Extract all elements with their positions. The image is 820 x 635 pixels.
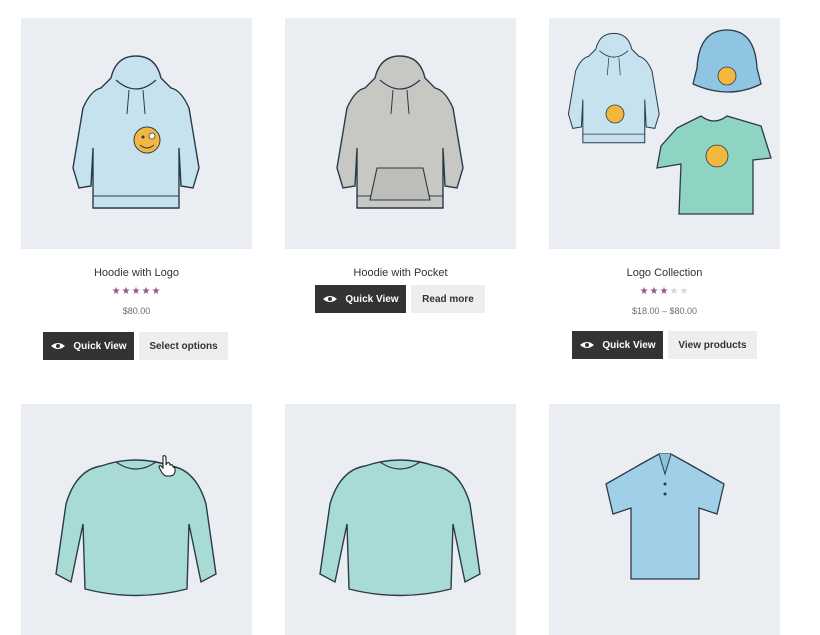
read-more-label: Read more bbox=[422, 293, 474, 305]
product-card: Hoodie with Pocket bbox=[285, 18, 516, 279]
eye-icon bbox=[51, 343, 66, 349]
polo-icon bbox=[605, 453, 725, 580]
view-products-label: View products bbox=[678, 339, 747, 351]
product-card bbox=[21, 404, 252, 635]
logo-collection-icon bbox=[567, 29, 772, 215]
hoodie-logo-icon bbox=[72, 55, 200, 209]
product-actions: Quick View Read more bbox=[315, 285, 485, 313]
select-options-label: Select options bbox=[149, 340, 218, 352]
product-card bbox=[285, 404, 516, 635]
long-sleeve-tee-icon bbox=[55, 459, 217, 597]
product-image[interactable] bbox=[549, 18, 780, 249]
star-rating: ★★★★★ bbox=[111, 286, 162, 297]
product-title[interactable]: Hoodie with Logo bbox=[21, 267, 252, 279]
quick-view-button[interactable]: Quick View bbox=[315, 285, 406, 313]
product-image[interactable] bbox=[21, 404, 252, 635]
product-title[interactable]: Hoodie with Pocket bbox=[285, 267, 516, 279]
eye-icon bbox=[323, 296, 338, 302]
product-title[interactable]: Logo Collection bbox=[549, 267, 780, 279]
product-card bbox=[549, 404, 780, 635]
product-image[interactable] bbox=[549, 404, 780, 635]
long-sleeve-tee-icon bbox=[319, 459, 481, 597]
quick-view-label: Quick View bbox=[73, 340, 127, 352]
product-image[interactable] bbox=[285, 404, 516, 635]
product-card: Hoodie with Logo ★★★★★ $80.00 bbox=[21, 18, 252, 316]
product-image[interactable] bbox=[21, 18, 252, 249]
product-actions: Quick View Select options bbox=[43, 332, 228, 360]
product-price: $80.00 bbox=[122, 306, 151, 316]
star-rating: ★★★★★ bbox=[639, 286, 690, 297]
product-card: Logo Collection ★★★★★ $18.00 – $80.00 bbox=[549, 18, 780, 316]
read-more-button[interactable]: Read more bbox=[411, 285, 485, 313]
eye-icon bbox=[580, 342, 595, 348]
product-actions: Quick View View products bbox=[572, 331, 757, 359]
quick-view-button[interactable]: Quick View bbox=[572, 331, 663, 359]
quick-view-label: Quick View bbox=[602, 339, 656, 351]
view-products-button[interactable]: View products bbox=[668, 331, 757, 359]
quick-view-label: Quick View bbox=[345, 293, 399, 305]
product-price: $18.00 – $80.00 bbox=[631, 306, 698, 316]
product-image[interactable] bbox=[285, 18, 516, 249]
hoodie-pocket-icon bbox=[336, 55, 464, 209]
select-options-button[interactable]: Select options bbox=[139, 332, 228, 360]
hand-cursor-icon bbox=[158, 455, 176, 477]
quick-view-button[interactable]: Quick View bbox=[43, 332, 134, 360]
